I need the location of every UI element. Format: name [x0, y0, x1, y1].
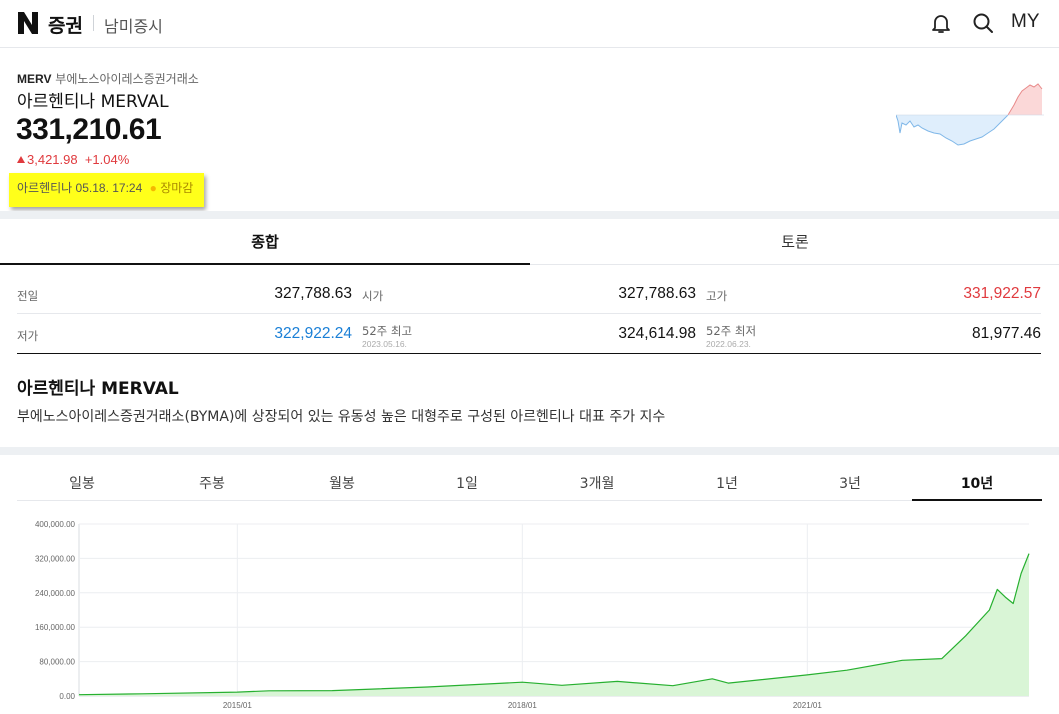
period-tab-1year[interactable]: 1년 — [662, 470, 792, 501]
period-tab-3year[interactable]: 3년 — [785, 470, 915, 501]
stat-label: 고가 — [706, 289, 728, 303]
chart-x-tick-label: 2015/01 — [223, 701, 252, 710]
bell-icon[interactable] — [929, 11, 953, 35]
price-history-chart[interactable]: 400,000.00 320,000.00 240,000.00 160,000.00… — [17, 514, 1042, 714]
stat-52w-high: 52주 최고 2023.05.16. 324,614.98 — [362, 314, 696, 354]
chart-y-tick-label: 80,000.00 — [39, 658, 75, 667]
tab-overview[interactable]: 종합 — [0, 219, 530, 265]
status-dot-icon: ● — [149, 181, 157, 195]
chart-x-tick-label: 2021/01 — [793, 701, 822, 710]
description-text: 부에노스아이레스증권거래소(BYMA)에 상장되어 있는 유동성 높은 대형주로… — [17, 409, 666, 425]
stat-label: 52주 최저 — [706, 324, 757, 338]
market-datetime: 05.18. 17:24 — [75, 181, 143, 195]
index-summary: MERV 부에노스아이레스증권거래소 아르헨티나 MERVAL 331,210.… — [0, 49, 1059, 211]
stat-52w-low: 52주 최저 2022.06.23. 81,977.46 — [706, 314, 1041, 354]
stat-label: 저가 — [17, 329, 39, 343]
stat-value: 322,922.24 — [274, 325, 352, 342]
up-arrow-icon — [17, 156, 25, 163]
change-amount: 3,421.98 — [27, 152, 78, 167]
section-title[interactable]: 남미증시 — [104, 13, 163, 37]
chart-y-tick-label: 160,000.00 — [35, 623, 76, 632]
current-price: 331,210.61 — [16, 113, 162, 146]
period-tab-3month[interactable]: 3개월 — [532, 470, 662, 501]
period-tab-daily[interactable]: 일봉 — [17, 470, 147, 501]
chart-x-tick-label: 2018/01 — [508, 701, 537, 710]
ticker-line: MERV 부에노스아이레스증권거래소 — [17, 70, 199, 87]
period-tab-10year[interactable]: 10년 — [912, 470, 1042, 501]
stat-low: 저가 322,922.24 — [17, 314, 352, 354]
stat-label: 시가 — [362, 289, 384, 303]
stat-label: 전일 — [17, 289, 39, 303]
description-title: 아르헨티나 MERVAL — [17, 379, 179, 399]
stat-date: 2023.05.16. — [362, 339, 407, 349]
stat-value: 327,788.63 — [274, 285, 352, 302]
stats-row: 전일 327,788.63 시가 327,788.63 고가 331,922.5… — [17, 274, 1041, 314]
stat-prev-close: 전일 327,788.63 — [17, 274, 352, 314]
stat-date: 2022.06.23. — [706, 339, 751, 349]
price-change: 3,421.98 +1.04% — [17, 152, 129, 167]
stat-high: 고가 331,922.57 — [706, 274, 1041, 314]
chart-series-area — [79, 553, 1029, 696]
chart-y-tick-label: 0.00 — [59, 692, 75, 701]
market-time-badge: 아르헨티나 05.18. 17:24 ● 장마감 — [9, 173, 204, 207]
chart-y-tick-label: 240,000.00 — [35, 589, 76, 598]
market-country: 아르헨티나 — [17, 181, 73, 195]
period-tab-1day[interactable]: 1일 — [402, 470, 532, 501]
my-menu-button[interactable]: MY — [1011, 11, 1040, 33]
section-divider — [0, 447, 1059, 455]
chart-y-tick-label: 400,000.00 — [35, 520, 76, 529]
change-percent: +1.04% — [84, 152, 130, 167]
market-status: 장마감 — [160, 181, 194, 195]
content-tabs: 종합 토론 — [0, 219, 1059, 265]
naver-logo-icon[interactable] — [17, 11, 39, 35]
ticker-code: MERV — [17, 72, 52, 86]
period-tab-weekly[interactable]: 주봉 — [147, 470, 277, 501]
period-tab-monthly[interactable]: 월봉 — [277, 470, 407, 501]
stat-value: 331,922.57 — [963, 285, 1041, 302]
header-divider — [93, 15, 94, 31]
search-icon[interactable] — [971, 11, 995, 35]
section-divider — [0, 211, 1059, 219]
period-tabs: 일봉 주봉 월봉 1일 3개월 1년 3년 10년 — [17, 470, 1042, 501]
tab-discussion[interactable]: 토론 — [530, 219, 1059, 265]
stats-row: 저가 322,922.24 52주 최고 2023.05.16. 324,614… — [17, 314, 1041, 354]
stat-value: 81,977.46 — [972, 325, 1041, 342]
top-header: 증권 남미증시 MY — [0, 0, 1059, 48]
exchange-name: 부에노스아이레스증권거래소 — [55, 72, 199, 86]
chart-y-tick-label: 320,000.00 — [35, 554, 76, 563]
stat-open: 시가 327,788.63 — [362, 274, 696, 314]
stat-value: 327,788.63 — [618, 285, 696, 302]
index-name: 아르헨티나 MERVAL — [17, 92, 169, 112]
mini-intraday-chart[interactable] — [896, 81, 1044, 153]
brand-title[interactable]: 증권 — [48, 11, 83, 38]
stat-label: 52주 최고 — [362, 324, 413, 338]
stat-value: 324,614.98 — [618, 325, 696, 342]
